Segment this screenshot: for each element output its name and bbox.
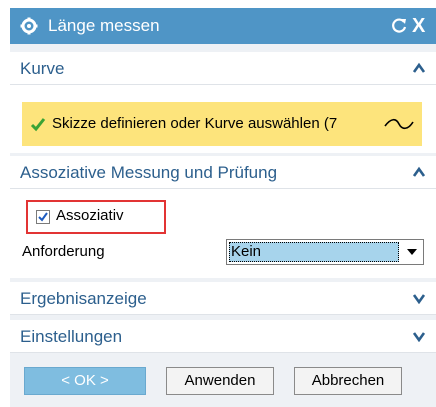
- close-icon[interactable]: X: [412, 16, 425, 36]
- section-kurve-label: Kurve: [20, 59, 65, 78]
- chevron-down-icon[interactable]: [412, 292, 426, 304]
- dialog: Länge messen X Kurve Skizze definieren o…: [10, 8, 436, 407]
- curve-select-text: Skizze definieren oder Kurve auswählen (…: [52, 115, 338, 132]
- section-assoc-header[interactable]: Assoziative Messung und Prüfung: [10, 156, 436, 189]
- chevron-down-icon[interactable]: [412, 330, 426, 342]
- reset-icon[interactable]: [390, 17, 408, 35]
- dialog-title: Länge messen: [48, 16, 160, 35]
- green-check-icon: [30, 118, 46, 132]
- ok-button[interactable]: < OK >: [24, 367, 146, 395]
- title-bar: Länge messen X: [10, 8, 436, 44]
- section-einstellungen-header[interactable]: Einstellungen: [10, 320, 436, 353]
- gear-icon: [20, 17, 38, 35]
- curve-select-field[interactable]: Skizze definieren oder Kurve auswählen (…: [22, 102, 376, 146]
- requirement-label: Anforderung: [22, 243, 105, 260]
- cancel-button[interactable]: Abbrechen: [294, 367, 402, 395]
- section-kurve-header[interactable]: Kurve: [10, 52, 436, 85]
- associative-checkbox-callout: Assoziativ: [26, 200, 166, 234]
- curve-icon: [384, 118, 414, 130]
- curve-select-button[interactable]: [376, 102, 422, 146]
- checkmark-icon: [38, 212, 48, 222]
- associative-checkbox-label: Assoziativ: [56, 207, 124, 224]
- chevron-up-icon[interactable]: [412, 62, 426, 74]
- section-ergebnis-header[interactable]: Ergebnisanzeige: [10, 282, 436, 315]
- section-assoc-label: Assoziative Messung und Prüfung: [20, 163, 278, 182]
- requirement-select-value: Kein: [229, 242, 399, 262]
- associative-checkbox[interactable]: [36, 210, 50, 224]
- section-einstellungen-label: Einstellungen: [20, 327, 123, 346]
- dropdown-arrow-icon[interactable]: [407, 249, 417, 255]
- chevron-up-icon[interactable]: [412, 166, 426, 178]
- section-ergebnis-label: Ergebnisanzeige: [20, 289, 147, 308]
- apply-button[interactable]: Anwenden: [166, 367, 274, 395]
- requirement-select[interactable]: Kein: [226, 239, 424, 265]
